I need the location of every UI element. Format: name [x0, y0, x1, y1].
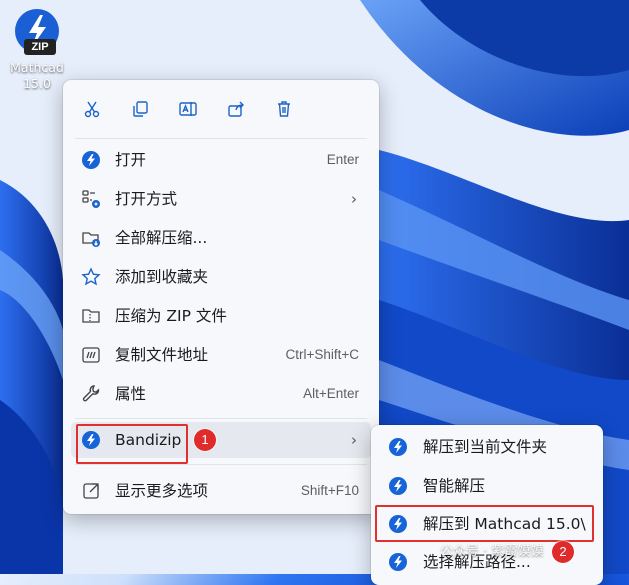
menu-item-label: 显示更多选项 [115, 482, 209, 500]
annotation-badge-1: 1 [194, 429, 216, 451]
open-with-icon [81, 189, 101, 209]
chevron-right-icon: › [351, 190, 357, 208]
separator [75, 418, 367, 419]
menu-item-compress-zip[interactable]: 压缩为 ZIP 文件 [71, 298, 371, 334]
menu-item-label: 添加到收藏夹 [115, 268, 209, 286]
menu-item-properties[interactable]: 属性 Alt+Enter [71, 376, 371, 412]
menu-item-label: 复制文件地址 [115, 346, 209, 364]
wrench-icon [81, 384, 101, 404]
menu-item-shortcut: Alt+Enter [303, 386, 359, 401]
submenu-item-smart-extract[interactable]: 智能解压 [377, 468, 597, 504]
menu-item-label: 打开方式 [115, 190, 178, 208]
bandizip-icon [389, 553, 407, 571]
menu-item-more-options[interactable]: 显示更多选项 Shift+F10 [71, 473, 371, 509]
separator [75, 464, 367, 465]
menu-item-shortcut: Enter [326, 152, 359, 167]
separator [75, 138, 367, 139]
submenu-item-extract-here[interactable]: 解压到当前文件夹 [377, 429, 597, 465]
zip-file-icon: ZIP [10, 6, 64, 60]
zip-folder-icon [81, 306, 101, 326]
menu-item-add-favorites[interactable]: 添加到收藏夹 [71, 259, 371, 295]
scissors-icon[interactable] [77, 94, 107, 124]
trash-icon[interactable] [269, 94, 299, 124]
annotation-box-extract-to [375, 505, 594, 542]
copy-icon[interactable] [125, 94, 155, 124]
menu-item-label: 全部解压缩... [115, 229, 208, 247]
submenu-item-label: 解压到当前文件夹 [423, 438, 548, 456]
menu-item-extract-all[interactable]: 全部解压缩... [71, 220, 371, 256]
bandizip-icon [81, 150, 101, 170]
extract-all-icon [81, 228, 101, 248]
more-options-icon [81, 481, 101, 501]
menu-item-shortcut: Shift+F10 [300, 483, 359, 498]
menu-item-label: 打开 [115, 151, 147, 169]
menu-item-copy-path[interactable]: 复制文件地址 Ctrl+Shift+C [71, 337, 371, 373]
zip-badge-text: ZIP [31, 41, 49, 53]
menu-item-open-with[interactable]: 打开方式 › [71, 181, 371, 217]
context-toolbar [63, 94, 379, 124]
annotation-badge-2: 2 [552, 541, 574, 563]
menu-item-shortcut: Ctrl+Shift+C [285, 347, 359, 362]
star-icon [81, 267, 101, 287]
menu-item-open[interactable]: 打开 Enter [71, 142, 371, 178]
bandizip-icon [389, 438, 407, 456]
share-icon[interactable] [221, 94, 251, 124]
rename-icon[interactable] [173, 94, 203, 124]
chevron-right-icon: › [351, 431, 357, 449]
bandizip-icon [389, 477, 407, 495]
menu-item-label: 压缩为 ZIP 文件 [115, 307, 227, 325]
watermark-text: 公众号 · 紫霞馍馍 [440, 544, 544, 559]
annotation-box-bandizip [76, 424, 188, 464]
submenu-item-label: 智能解压 [423, 477, 486, 495]
menu-item-label: 属性 [115, 385, 147, 403]
copy-path-icon [81, 345, 101, 365]
desktop-zip-file[interactable]: ZIP Mathcad 15.0 [2, 6, 72, 92]
desktop-icon-label-line2: 15.0 [23, 76, 51, 91]
desktop-icon-label: Mathcad 15.0 [2, 60, 72, 92]
desktop-icon-label-line1: Mathcad [10, 60, 64, 75]
